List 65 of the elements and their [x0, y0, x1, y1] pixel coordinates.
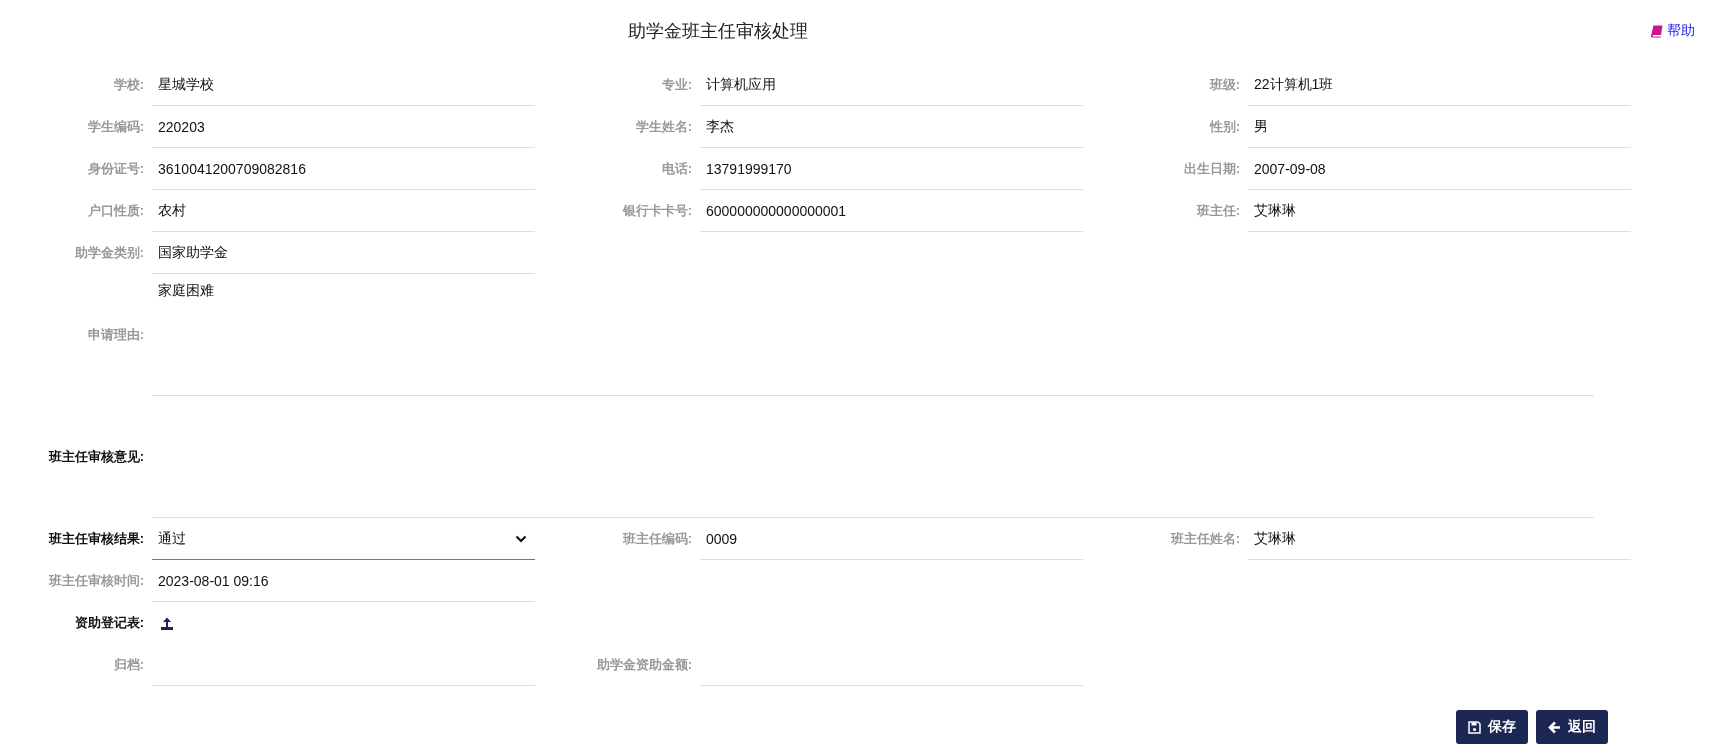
field-value: 220203 [158, 118, 205, 135]
field-value: 国家助学金 [158, 243, 228, 262]
field-label: 班主任姓名: [1169, 530, 1241, 548]
input-field[interactable]: 计算机应用 [700, 64, 1083, 106]
field-value: 男 [1254, 117, 1268, 136]
field-value: 2007-09-08 [1254, 160, 1326, 177]
book-icon [1650, 24, 1663, 38]
back-button[interactable]: 返回 [1536, 710, 1608, 744]
field-label: 专业: [660, 76, 693, 94]
field-value: 0009 [706, 530, 738, 547]
input-field[interactable]: 220203 [152, 106, 535, 148]
field-value: 家庭困难 [158, 282, 214, 298]
field-label: 助学金资助金额: [595, 656, 693, 674]
field-label: 出生日期: [1182, 160, 1241, 178]
field-value: 农村 [158, 201, 186, 220]
field-value: 3610041200709082816 [158, 160, 306, 177]
field-label: 班主任编码: [621, 530, 693, 548]
field-value: 计算机应用 [706, 75, 776, 94]
input-field[interactable]: 2007-09-08 [1248, 148, 1631, 190]
input-field[interactable]: 22计算机1班 [1248, 64, 1631, 106]
field-value: 13791999170 [706, 160, 792, 177]
field-label: 电话: [660, 160, 693, 178]
field-value: 艾琳琳 [1254, 201, 1296, 220]
upload-icon[interactable] [160, 616, 174, 630]
field-label: 学校: [112, 76, 145, 94]
textarea-field[interactable]: 家庭困难 [152, 274, 1594, 396]
field-label: 助学金类别: [73, 244, 145, 262]
field-value: 星城学校 [158, 75, 214, 94]
save-button[interactable]: 保存 [1456, 710, 1528, 744]
field-value: 李杰 [706, 117, 734, 136]
field-label: 班级: [1208, 76, 1241, 94]
field-label: 资助登记表: [73, 614, 145, 632]
field-label: 班主任审核意见: [47, 448, 145, 466]
field-label: 户口性质: [86, 202, 145, 220]
field-label: 学生姓名: [634, 118, 693, 136]
help-link[interactable]: 帮助 [1650, 22, 1695, 40]
arrow-left-icon [1548, 720, 1561, 734]
input-field[interactable]: 3610041200709082816 [152, 148, 535, 190]
field-value: 2023-08-01 09:16 [158, 572, 269, 589]
field-value: 艾琳琳 [1254, 529, 1296, 548]
input-field[interactable]: 星城学校 [152, 64, 535, 106]
input-field[interactable]: 艾琳琳 [1248, 518, 1631, 560]
input-field[interactable]: 农村 [152, 190, 535, 232]
field-label: 班主任审核结果: [47, 530, 145, 548]
field-label: 归档: [112, 656, 145, 674]
page-title: 助学金班主任审核处理 [628, 20, 808, 43]
input-field[interactable]: 600000000000000001 [700, 190, 1083, 232]
input-field[interactable]: 0009 [700, 518, 1083, 560]
field-label: 身份证号: [86, 160, 145, 178]
field-label: 申请理由: [86, 326, 145, 344]
field-label: 班主任审核时间: [47, 572, 145, 590]
input-field[interactable]: 2023-08-01 09:16 [152, 560, 535, 602]
field-value: 600000000000000001 [706, 202, 847, 219]
select-field[interactable]: 通过 [152, 518, 535, 560]
field-label: 银行卡卡号: [621, 202, 693, 220]
input-field[interactable]: 男 [1248, 106, 1631, 148]
chevron-down-icon [515, 534, 527, 543]
input-field[interactable]: 国家助学金 [152, 232, 535, 274]
input-field[interactable]: 艾琳琳 [1248, 190, 1631, 232]
field-label: 班主任: [1195, 202, 1241, 220]
field-label: 性别: [1208, 118, 1241, 136]
field-value: 22计算机1班 [1254, 75, 1334, 94]
input-field[interactable]: 13791999170 [700, 148, 1083, 190]
input-field[interactable]: 李杰 [700, 106, 1083, 148]
field-label: 学生编码: [86, 118, 145, 136]
